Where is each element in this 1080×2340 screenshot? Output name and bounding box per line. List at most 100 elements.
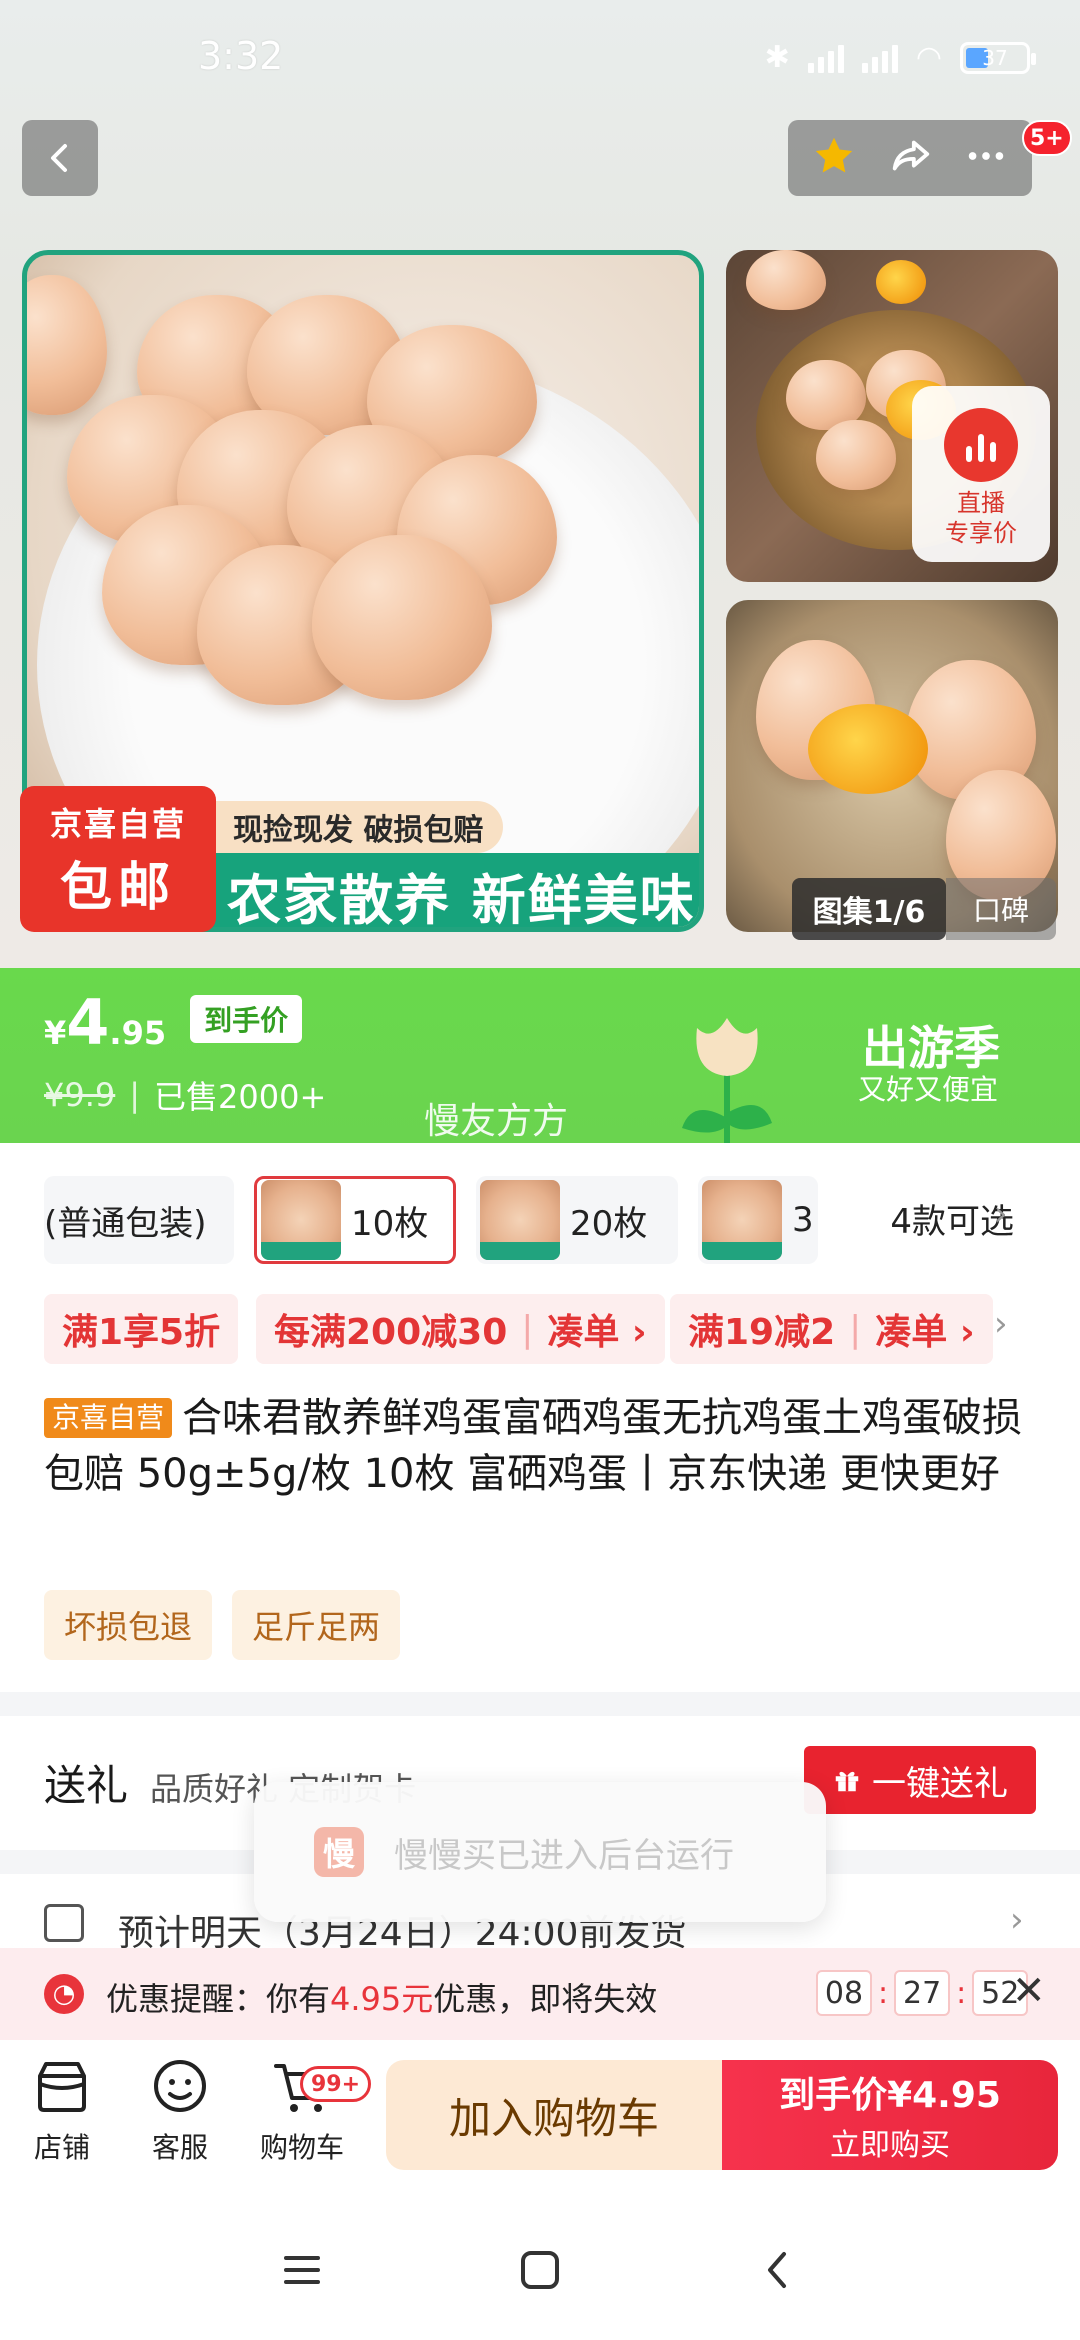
product-title: 京喜自营 合味君散养鲜鸡蛋富硒鸡蛋无抗鸡蛋土鸡蛋破损包赔 50g±5g/枚 10枚… bbox=[44, 1390, 1040, 1502]
feature-tag: 坏损包退 bbox=[44, 1590, 213, 1660]
sku-option-30[interactable]: 3 bbox=[698, 1176, 818, 1264]
price-integer: 4 bbox=[66, 986, 110, 1059]
timer-hours: 08 bbox=[816, 1970, 872, 2016]
back-nav-button[interactable] bbox=[748, 2240, 808, 2300]
notification-badge: 5+ bbox=[1022, 120, 1072, 156]
promo-discount[interactable]: 满1享5折 bbox=[44, 1294, 239, 1364]
jingxi-tag: 京喜自营 bbox=[44, 1398, 173, 1438]
original-price: ¥9.9 bbox=[44, 1076, 116, 1114]
egg-image bbox=[746, 250, 826, 310]
banner-main-text: 农家散养 新鲜美味 bbox=[147, 853, 699, 927]
bluetooth-icon: ✱ bbox=[764, 40, 790, 75]
promo-action: 凑单 › bbox=[875, 1312, 975, 1353]
gift-label: 送礼 bbox=[44, 1761, 129, 1810]
status-icons: ✱ ◠ 37 bbox=[764, 40, 1036, 75]
promo-row: 满1享5折 每满200减30 | 凑单 › 满19减2 | 凑单 › › bbox=[0, 1292, 1080, 1368]
sold-count: 已售2000+ bbox=[154, 1078, 327, 1116]
shipping-icon bbox=[44, 1904, 84, 1942]
system-nav-bar bbox=[0, 2190, 1080, 2340]
service-icon bbox=[154, 2060, 206, 2112]
egg-image bbox=[816, 420, 896, 490]
feature-tags: 坏损包退 足斤足两 bbox=[44, 1590, 401, 1660]
add-to-cart-button[interactable]: 加入购物车 bbox=[386, 2060, 722, 2170]
sku-option-label: 10枚 bbox=[351, 1203, 429, 1244]
chevron-right-icon: › bbox=[1010, 1900, 1024, 1940]
sku-option-plain[interactable]: (普通包装) bbox=[44, 1176, 234, 1264]
gallery-counter[interactable]: 图集1/6 bbox=[792, 878, 946, 940]
share-icon[interactable] bbox=[887, 133, 933, 183]
promo-text: 每满200减30 bbox=[274, 1312, 508, 1353]
wifi-icon: ◠ bbox=[915, 40, 942, 75]
gift-icon bbox=[835, 1771, 859, 1792]
egg-image bbox=[27, 275, 107, 415]
separator: | bbox=[129, 1076, 141, 1114]
buy-now-button[interactable]: 到手价¥4.95 立即购买 bbox=[722, 2060, 1058, 2170]
buy-now-label: 立即购买 bbox=[830, 2128, 950, 2163]
battery-icon: 37 bbox=[960, 41, 1036, 74]
shop-button[interactable]: 店铺 bbox=[12, 2056, 112, 2166]
live-icon bbox=[944, 408, 1018, 482]
send-gift-button[interactable]: 一键送礼 bbox=[804, 1746, 1036, 1814]
live-text: 直播 专享价 bbox=[945, 488, 1017, 548]
timer-minutes: 27 bbox=[894, 1970, 951, 2016]
countdown-timer: 08 : 27 : 52 bbox=[816, 1970, 1029, 2016]
toast-text: 慢慢买已进入后台运行 bbox=[394, 1835, 734, 1876]
jingxi-badge: 京喜自营 包邮 bbox=[20, 786, 216, 932]
live-text-line1: 直播 bbox=[957, 489, 1005, 517]
back-button[interactable] bbox=[22, 120, 98, 196]
close-icon[interactable]: ✕ bbox=[1012, 1968, 1046, 2014]
cart-count-badge: 99+ bbox=[300, 2066, 372, 2102]
chevron-right-icon[interactable]: › bbox=[994, 1304, 1008, 1344]
shop-label: 店铺 bbox=[33, 2131, 90, 2164]
feature-tag: 足斤足两 bbox=[232, 1590, 401, 1660]
campaign-subtitle: 又好又便宜 bbox=[857, 1073, 998, 1106]
tulip-icon bbox=[682, 1018, 772, 1143]
sku-option-10[interactable]: 10枚 bbox=[254, 1176, 456, 1264]
sku-option-label: (普通包装) bbox=[44, 1203, 207, 1244]
sku-thumbnail bbox=[702, 1180, 782, 1260]
promo-text: 满1享5折 bbox=[62, 1312, 221, 1353]
jingxi-badge-line2: 包邮 bbox=[59, 857, 176, 918]
customer-service-button[interactable]: 客服 bbox=[130, 2056, 230, 2166]
chevron-right-icon[interactable]: › bbox=[994, 1194, 1008, 1234]
separator: | bbox=[849, 1308, 862, 1350]
reminder-text: 优惠提醒：你有4.95元优惠，即将失效 bbox=[106, 1974, 657, 2020]
chevron-left-icon bbox=[51, 144, 67, 172]
reminder-prefix: 优惠提醒：你有 bbox=[106, 1980, 331, 2018]
live-text-line2: 专享价 bbox=[945, 519, 1017, 547]
background-toast: 慢 慢慢买已进入后台运行 bbox=[254, 1782, 826, 1922]
timer-colon: : bbox=[956, 1975, 967, 2011]
home-icon bbox=[521, 2251, 559, 2289]
sku-option-label: 20枚 bbox=[570, 1203, 648, 1244]
reminder-amount: 4.95元 bbox=[330, 1980, 434, 2018]
watermark-text: 慢友方方 bbox=[424, 1101, 569, 1142]
reviews-tab[interactable]: 口碑 bbox=[946, 878, 1056, 940]
price-decimal: .95 bbox=[109, 1014, 167, 1052]
sku-thumbnail bbox=[261, 1180, 341, 1260]
promo-coupon[interactable]: 满19减2 | 凑单 › bbox=[670, 1294, 993, 1364]
reminder-suffix: 优惠，即将失效 bbox=[433, 1980, 658, 2018]
more-icon[interactable] bbox=[963, 133, 1009, 183]
live-stream-card[interactable]: 直播 专享价 bbox=[912, 386, 1050, 562]
sku-selector: (普通包装) 10枚 20枚 3 4款可选 › bbox=[0, 1166, 1080, 1276]
home-button[interactable] bbox=[510, 2240, 570, 2300]
app-icon: 慢 bbox=[314, 1827, 364, 1877]
promo-full-reduction[interactable]: 每满200减30 | 凑单 › bbox=[256, 1294, 665, 1364]
separator: | bbox=[521, 1308, 534, 1350]
egg-image bbox=[312, 535, 492, 700]
back-icon bbox=[768, 2252, 786, 2288]
sku-option-20[interactable]: 20枚 bbox=[476, 1176, 678, 1264]
price-currency: ¥ bbox=[44, 1014, 67, 1052]
hero-gallery: 3:32 ✱ ◠ 37 5+ 现捡现发 破损包赔 农家散养 新鲜美味 京喜自营 … bbox=[0, 0, 1080, 968]
product-title-text: 合味君散养鲜鸡蛋富硒鸡蛋无抗鸡蛋土鸡蛋破损包赔 50g±5g/枚 10枚 富硒鸡… bbox=[44, 1395, 1023, 1497]
sku-thumbnail bbox=[480, 1180, 560, 1260]
banner-tag: 现捡现发 破损包赔 bbox=[199, 801, 504, 853]
clock-icon: ◔ bbox=[44, 1974, 84, 2014]
service-label: 客服 bbox=[151, 2131, 208, 2164]
menu-button[interactable] bbox=[272, 2240, 332, 2300]
signal-icon-2 bbox=[861, 43, 898, 73]
section-divider bbox=[0, 1692, 1080, 1716]
discount-reminder: ◔ 优惠提醒：你有4.95元优惠，即将失效 08 : 27 : 52 ✕ bbox=[0, 1948, 1080, 2040]
favorite-star-icon[interactable] bbox=[811, 133, 857, 183]
cart-label: 购物车 bbox=[259, 2131, 344, 2164]
